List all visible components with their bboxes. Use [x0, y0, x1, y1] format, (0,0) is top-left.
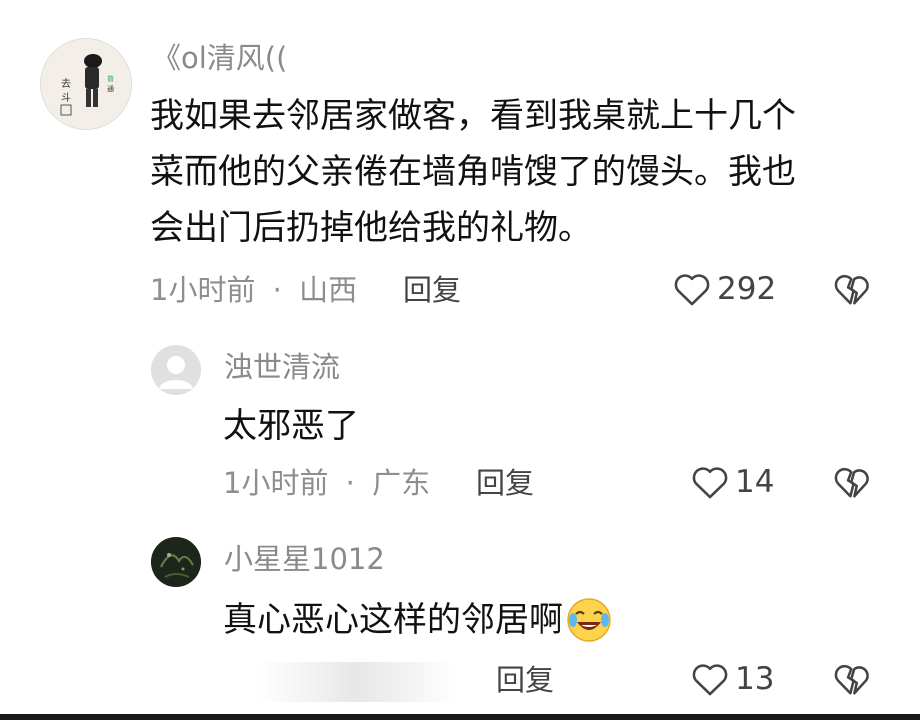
- dislike-button[interactable]: [833, 464, 871, 504]
- dislike-button[interactable]: [833, 271, 871, 311]
- comment-text: 我如果去邻居家做客，看到我桌就上十几个 菜而他的父亲倦在墙角啃馊了的馒头。我也 …: [150, 88, 890, 256]
- svg-text:通: 通: [107, 84, 114, 93]
- broken-heart-icon: [834, 467, 869, 498]
- like-button[interactable]: 14: [691, 464, 774, 500]
- comment-location: 广东: [372, 466, 431, 500]
- comment-text-body: 真心恶心这样的邻居啊: [223, 600, 563, 640]
- broken-heart-icon: [834, 664, 869, 695]
- comment-username[interactable]: 小星星1012: [224, 545, 385, 574]
- svg-text:普: 普: [107, 74, 114, 83]
- avatar[interactable]: [151, 345, 201, 395]
- svg-text:斗: 斗: [61, 92, 71, 104]
- heart-icon: [692, 467, 728, 499]
- meta-separator: ·: [345, 466, 355, 500]
- sketch-portrait-avatar-icon: 去 斗 普 通: [41, 39, 131, 129]
- avatar[interactable]: 去 斗 普 通: [40, 38, 132, 130]
- avatar[interactable]: [151, 537, 201, 587]
- svg-text:去: 去: [61, 78, 71, 90]
- heart-icon: [692, 664, 728, 696]
- dislike-button[interactable]: [833, 661, 871, 701]
- like-button[interactable]: 13: [691, 661, 774, 697]
- broken-heart-icon: [834, 274, 869, 305]
- comment-meta: 1小时前 · 广东: [223, 469, 430, 498]
- obscured-meta-area: [258, 662, 458, 702]
- comment-username[interactable]: 《ol清风((: [152, 44, 287, 73]
- like-count: 14: [735, 463, 775, 500]
- comment-text-line: 菜而他的父亲倦在墙角啃馊了的馒头。我也: [150, 152, 796, 192]
- reply-button[interactable]: 回复: [403, 276, 461, 305]
- comment-time: 1小时前: [223, 466, 329, 500]
- reply-button[interactable]: 回复: [496, 666, 554, 695]
- meta-separator: ·: [272, 273, 282, 307]
- comment-text: 真心恶心这样的邻居啊: [223, 592, 613, 648]
- laughing-crying-emoji-icon: [565, 596, 613, 644]
- comment-text: 太邪恶了: [223, 406, 359, 446]
- heart-icon: [674, 274, 710, 306]
- like-count: 13: [735, 660, 775, 697]
- dark-green-photo-avatar-icon: [151, 537, 201, 587]
- like-count: 292: [717, 270, 777, 307]
- reply-button[interactable]: 回复: [476, 469, 534, 498]
- comment-meta: 1小时前 · 山西: [150, 276, 357, 305]
- comment-time: 1小时前: [150, 273, 256, 307]
- default-user-avatar-icon: [151, 345, 201, 395]
- like-button[interactable]: 292: [673, 271, 776, 307]
- comment-text-line: 会出门后扔掉他给我的礼物。: [150, 208, 592, 248]
- comment-text-line: 我如果去邻居家做客，看到我桌就上十几个: [150, 96, 796, 136]
- comment-username[interactable]: 浊世清流: [224, 353, 340, 382]
- comment-location: 山西: [299, 273, 358, 307]
- bottom-edge-bar: [0, 714, 920, 720]
